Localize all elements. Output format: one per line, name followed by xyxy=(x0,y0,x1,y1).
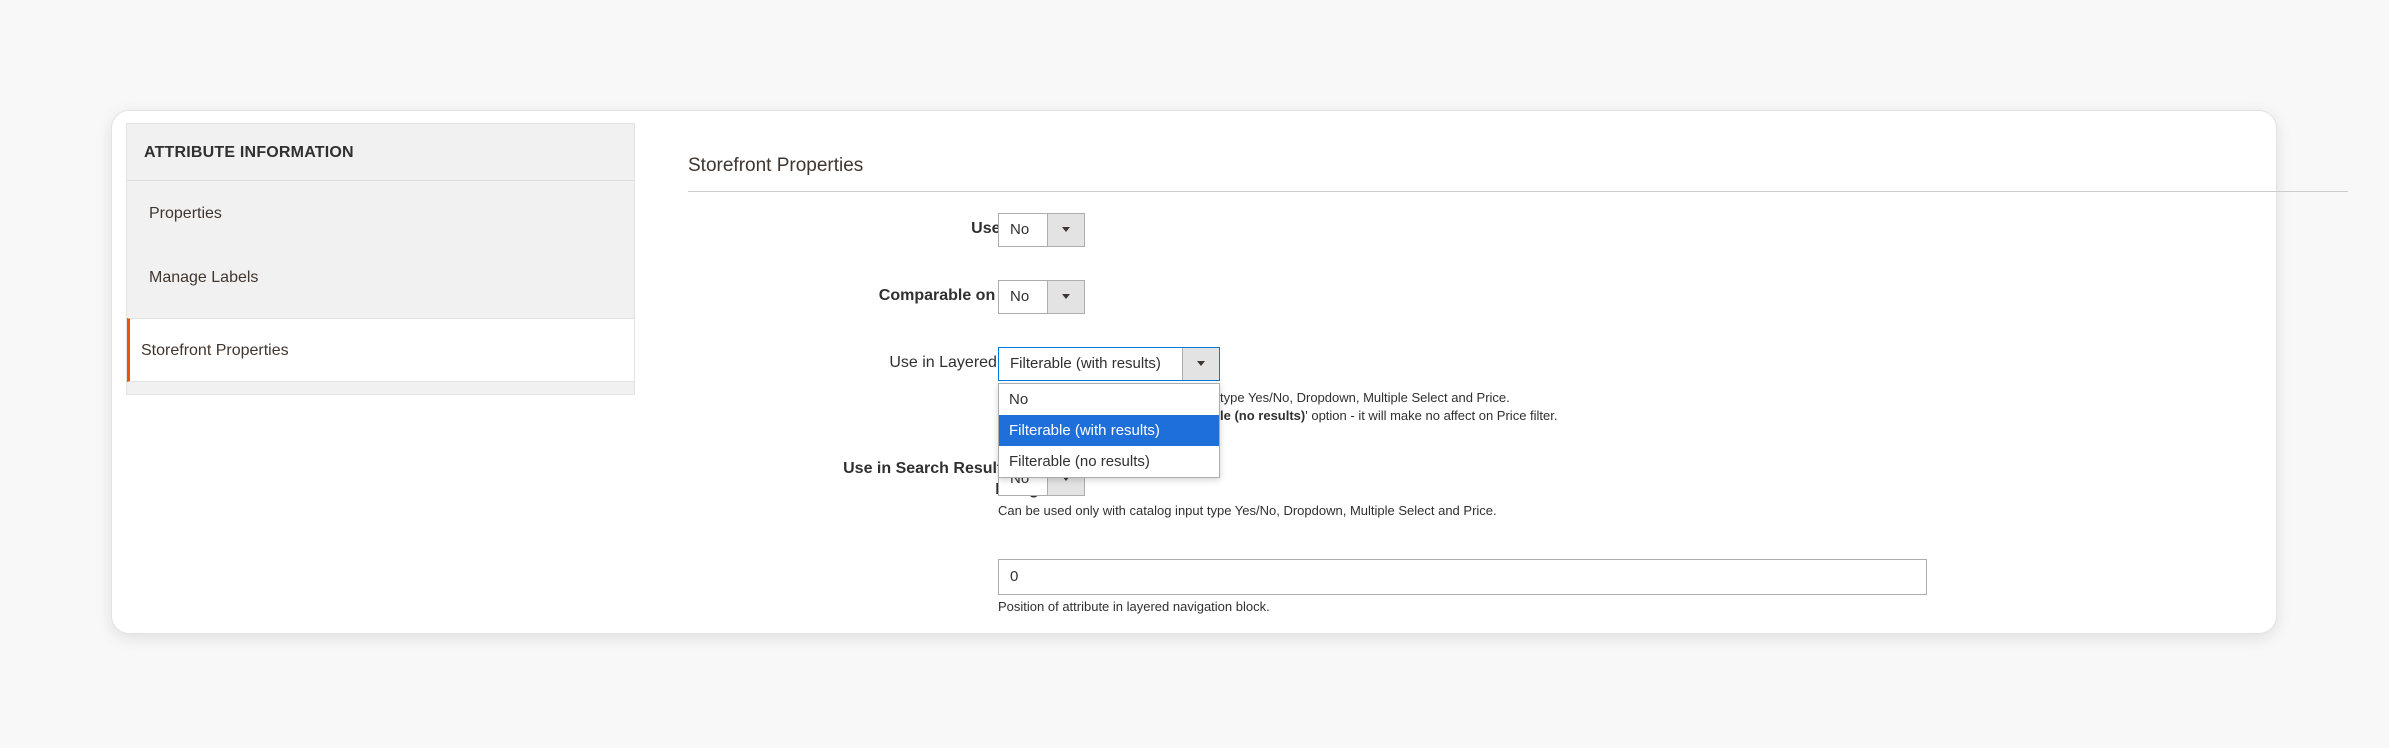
comparable-value: No xyxy=(1010,288,1030,305)
comparable-select[interactable]: No xyxy=(998,280,1085,314)
layered-nav-note-rest: ' option - it will make no affect on Pri… xyxy=(1305,408,1558,423)
use-in-search-value: No xyxy=(1010,221,1030,238)
sidebar: ATTRIBUTE INFORMATION Properties Manage … xyxy=(126,123,635,395)
layered-nav-value: Filterable (with results) xyxy=(1010,355,1161,372)
sidebar-item-storefront-properties[interactable]: Storefront Properties xyxy=(127,318,634,382)
section-title: Storefront Properties xyxy=(688,155,864,176)
search-results-nav-note: Can be used only with catalog input type… xyxy=(998,503,1497,518)
layered-nav-note-1: type Yes/No, Dropdown, Multiple Select a… xyxy=(1220,390,1510,405)
layered-nav-dropdown: No Filterable (with results) Filterable … xyxy=(998,383,1220,478)
chevron-down-icon xyxy=(1047,214,1084,246)
chevron-down-icon xyxy=(1182,348,1219,380)
layered-nav-select[interactable]: Filterable (with results) xyxy=(998,347,1220,381)
sidebar-item-manage-labels[interactable]: Manage Labels xyxy=(127,246,634,309)
option-no[interactable]: No xyxy=(999,384,1219,415)
option-filterable-no-results[interactable]: Filterable (no results) xyxy=(999,446,1219,477)
layered-nav-note-2: le (no results)' option - it will make n… xyxy=(1220,408,1558,423)
section-divider xyxy=(688,191,2348,192)
use-in-search-select[interactable]: No xyxy=(998,213,1085,247)
option-filterable-with-results[interactable]: Filterable (with results) xyxy=(999,415,1219,446)
position-input[interactable]: 0 xyxy=(998,559,1927,595)
chevron-down-icon xyxy=(1047,281,1084,313)
position-note: Position of attribute in layered navigat… xyxy=(998,599,1270,614)
layered-nav-note-bold: le (no results) xyxy=(1220,408,1306,423)
sidebar-heading: ATTRIBUTE INFORMATION xyxy=(127,124,634,181)
sidebar-item-properties[interactable]: Properties xyxy=(127,182,634,245)
attribute-panel: ATTRIBUTE INFORMATION Properties Manage … xyxy=(111,110,2348,634)
